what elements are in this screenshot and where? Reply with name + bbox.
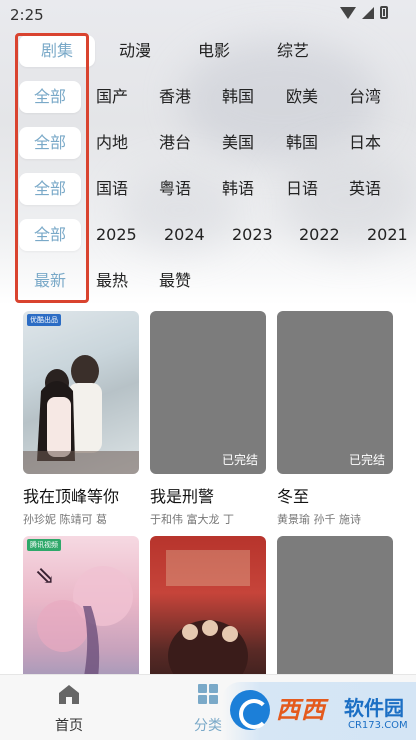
filter-chip-option[interactable]: 韩国 (222, 79, 254, 115)
poster-image: 优酷出品 (23, 311, 139, 474)
filter-chip-top-rated[interactable]: 最赞 (159, 263, 191, 299)
filter-chip-option[interactable]: 港台 (159, 125, 191, 161)
filter-chip-all[interactable]: 全部 (19, 81, 81, 113)
card-title: 冬至 (277, 487, 310, 506)
content-card[interactable]: 已完结 我是刑警 于和伟 富大龙 丁 (150, 311, 266, 527)
poster-image: 已完结 (277, 311, 393, 474)
card-cast: 于和伟 富大龙 丁 (150, 513, 234, 526)
status-bar: 2:25 (0, 0, 416, 30)
filter-chip-option[interactable]: 韩国 (286, 125, 318, 161)
filter-chip-option[interactable]: 日本 (349, 125, 381, 161)
home-icon (59, 685, 79, 704)
status-badge: 已完结 (348, 453, 385, 467)
filter-chip-all[interactable]: 全部 (19, 219, 81, 251)
watermark-logo: 西西 软件园 CR173.COM (222, 682, 416, 740)
filter-row-region: 全部 国产 香港 韩国 欧美 台湾 (0, 79, 416, 115)
status-icons (340, 6, 388, 19)
filter-chip-all[interactable]: 全部 (19, 173, 81, 205)
filter-chip-option[interactable]: 2023 (232, 217, 273, 253)
filter-chip-series[interactable]: 剧集 (19, 35, 95, 67)
filter-chip-option[interactable]: 英语 (349, 171, 381, 207)
card-title: 我是刑警 (150, 487, 215, 506)
filter-row-sort: 最新 最热 最赞 (0, 263, 416, 299)
filter-chip-option[interactable]: 美国 (222, 125, 254, 161)
card-title: 我在顶峰等你 (23, 487, 120, 506)
content-card[interactable]: 优酷出品 我在顶峰等你 孙珍妮 陈靖可 葛 (23, 311, 139, 527)
filter-chip-variety[interactable]: 综艺 (277, 33, 309, 69)
nav-home-label: 首页 (55, 718, 83, 734)
watermark-main: 西西 (276, 696, 326, 724)
signal-icon (362, 6, 374, 19)
filter-chip-option[interactable]: 2024 (164, 217, 205, 253)
battery-icon (380, 6, 388, 19)
poster-image: 已完结 (150, 311, 266, 474)
watermark-url: CR173.COM (348, 720, 408, 731)
grid-icon (198, 684, 218, 704)
filter-chip-option[interactable]: 欧美 (286, 79, 318, 115)
card-cast: 孙珍妮 陈靖可 葛 (23, 513, 107, 526)
filter-chip-option[interactable]: 内地 (96, 125, 128, 161)
filter-chip-option[interactable]: 韩语 (222, 171, 254, 207)
filter-row-language: 全部 国语 粤语 韩语 日语 英语 (0, 171, 416, 207)
status-time: 2:25 (10, 6, 44, 24)
status-badge: 已完结 (221, 453, 258, 467)
filter-chip-option[interactable]: 2022 (299, 217, 340, 253)
poster-illustration (23, 355, 139, 474)
filter-chip-option[interactable]: 粤语 (159, 171, 191, 207)
filter-chip-option[interactable]: 国语 (96, 171, 128, 207)
watermark-brand: 软件园 (344, 696, 404, 720)
svg-text:⇘: ⇘ (35, 562, 55, 590)
nav-home[interactable]: 首页 (29, 683, 109, 735)
filter-chip-option[interactable]: 台湾 (349, 79, 381, 115)
filter-chip-option[interactable]: 国产 (96, 79, 128, 115)
watermark-logo-icon (230, 690, 270, 730)
filter-chip-anime[interactable]: 动漫 (119, 33, 151, 69)
filter-chip-hottest[interactable]: 最热 (96, 263, 128, 299)
filter-chip-all[interactable]: 全部 (19, 127, 81, 159)
content-card[interactable]: 已完结 冬至 黄景瑜 孙千 施诗 (277, 311, 393, 527)
filter-chip-latest[interactable]: 最新 (19, 265, 81, 297)
wifi-icon (340, 6, 356, 19)
filter-chip-option[interactable]: 香港 (159, 79, 191, 115)
filter-row-year: 全部 2025 2024 2023 2022 2021 (0, 217, 416, 253)
card-cast: 黄景瑜 孙千 施诗 (277, 513, 361, 526)
filter-row-type: 剧集 动漫 电影 综艺 (0, 33, 416, 69)
filter-chip-option[interactable]: 日语 (286, 171, 318, 207)
filter-chip-movie[interactable]: 电影 (198, 33, 230, 69)
filter-row-area: 全部 内地 港台 美国 韩国 日本 (0, 125, 416, 161)
filter-chip-option[interactable]: 2021 (367, 217, 408, 253)
filter-chip-option[interactable]: 2025 (96, 217, 137, 253)
